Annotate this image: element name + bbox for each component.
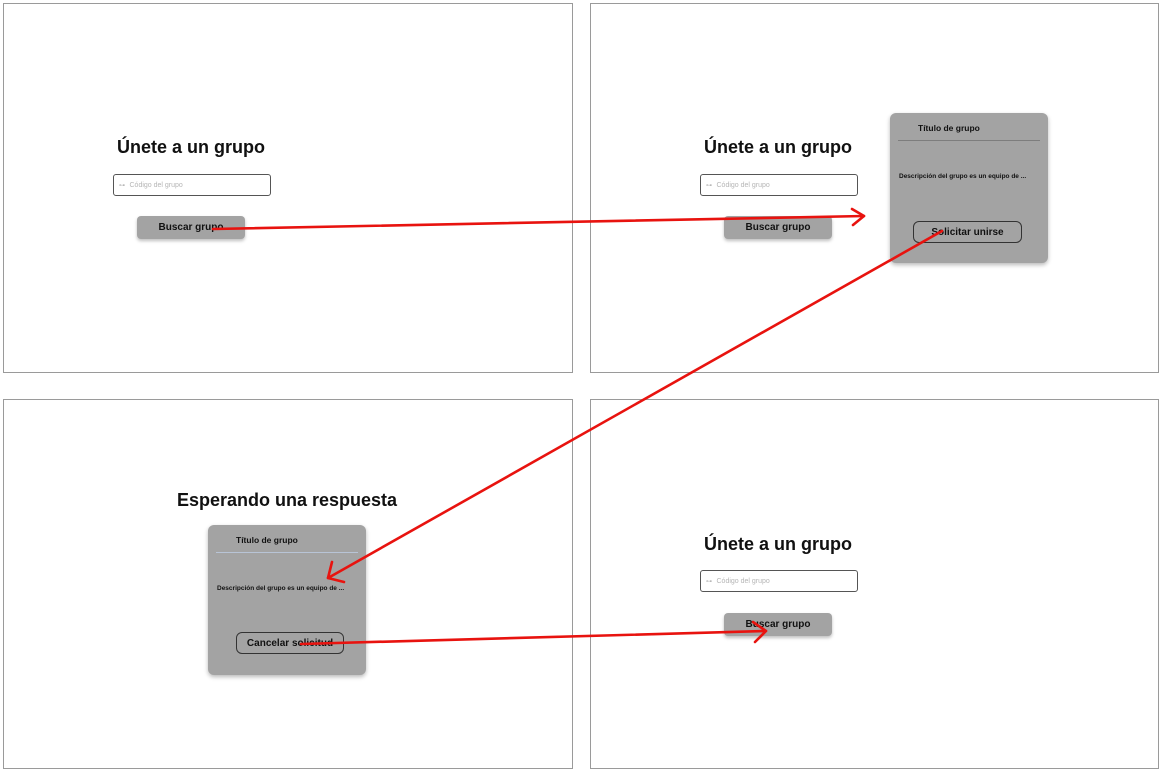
screen-1-heading: Únete a un grupo [117, 137, 265, 157]
screen-4-search-input[interactable]: ⊶ Código del grupo [700, 570, 858, 592]
search-icon: ⊶ [706, 578, 712, 585]
screen-2 [590, 3, 1159, 373]
screen-1-search-button[interactable]: Buscar grupo [137, 216, 245, 239]
screen-2-heading: Únete a un grupo [704, 137, 852, 157]
search-icon: ⊶ [706, 182, 712, 189]
group-card-description: Descripción del grupo es un equipo de ..… [899, 173, 1027, 180]
screen-1-search-input[interactable]: ⊶ Código del grupo [113, 174, 271, 196]
search-icon: ⊶ [119, 182, 125, 189]
group-card-description: Descripción del grupo es un equipo de ..… [217, 585, 345, 592]
screen-1 [3, 3, 573, 373]
group-card-title: Título de grupo [918, 123, 980, 133]
screen-2-group-card: Título de grupo Descripción del grupo es… [890, 113, 1048, 263]
group-card-title: Título de grupo [236, 535, 298, 545]
request-join-button[interactable]: Solicitar unirse [913, 221, 1022, 243]
screen-4 [590, 399, 1159, 769]
search-placeholder: Código del grupo [716, 181, 770, 189]
screen-4-heading: Únete a un grupo [704, 534, 852, 554]
group-card-divider [216, 552, 358, 553]
cancel-request-button[interactable]: Cancelar solicitud [236, 632, 344, 654]
group-card-divider [898, 140, 1040, 141]
screen-2-search-input[interactable]: ⊶ Código del grupo [700, 174, 858, 196]
screen-3-group-card: Título de grupo Descripción del grupo es… [208, 525, 366, 675]
screen-2-search-button[interactable]: Buscar grupo [724, 216, 832, 239]
search-placeholder: Código del grupo [129, 181, 183, 189]
search-placeholder: Código del grupo [716, 577, 770, 585]
screen-4-search-button[interactable]: Buscar grupo [724, 613, 832, 636]
screen-3-heading: Esperando una respuesta [176, 490, 398, 510]
